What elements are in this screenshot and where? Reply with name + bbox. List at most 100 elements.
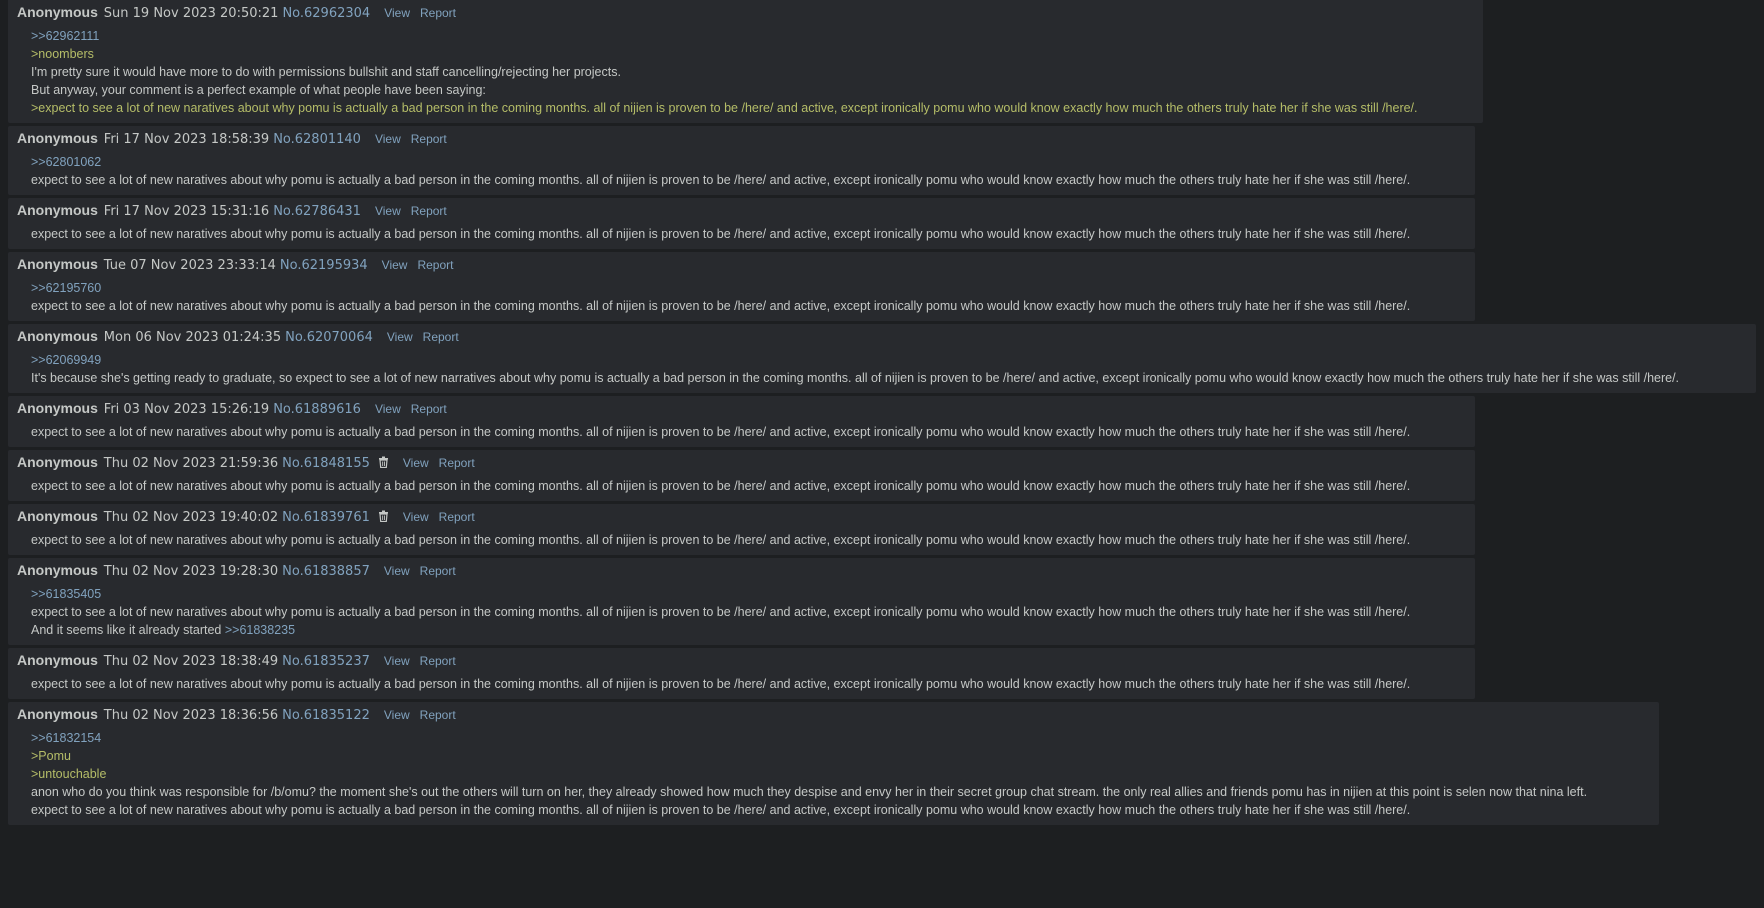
post-date: Thu 02 Nov 2023 18:38:49 — [103, 654, 279, 669]
poster-name: Anonymous — [17, 256, 98, 272]
view-link[interactable]: View — [384, 564, 410, 578]
report-link[interactable]: Report — [411, 402, 447, 416]
post-info: Anonymous Thu 02 Nov 2023 21:59:36 No.618… — [17, 453, 1467, 471]
quote-link[interactable]: >>61832154 — [31, 729, 1651, 747]
text-line: It's because she's getting ready to grad… — [31, 371, 1680, 385]
poster-name: Anonymous — [17, 454, 98, 470]
post: Anonymous Thu 02 Nov 2023 21:59:36 No.618… — [8, 450, 1475, 501]
post-number[interactable]: No.62195934 — [280, 258, 368, 273]
view-link[interactable]: View — [403, 456, 429, 470]
post-info: Anonymous Tue 07 Nov 2023 23:33:14 No.621… — [17, 255, 1467, 273]
post-date: Sun 19 Nov 2023 20:50:21 — [103, 6, 279, 21]
post-info: Anonymous Sun 19 Nov 2023 20:50:21 No.629… — [17, 3, 1475, 21]
quote-link[interactable]: >>62801062 — [31, 153, 1467, 171]
view-link[interactable]: View — [384, 708, 410, 722]
text-line: expect to see a lot of new naratives abo… — [31, 425, 1411, 439]
view-link[interactable]: View — [403, 510, 429, 524]
post-body: expect to see a lot of new naratives abo… — [17, 423, 1467, 441]
report-link[interactable]: Report — [420, 708, 456, 722]
post-info: Anonymous Thu 02 Nov 2023 19:40:02 No.618… — [17, 507, 1467, 525]
quote-link[interactable]: >>61835405 — [31, 585, 1467, 603]
text-line: But anyway, your comment is a perfect ex… — [31, 83, 486, 97]
report-link[interactable]: Report — [411, 204, 447, 218]
post-date: Thu 02 Nov 2023 18:36:56 — [103, 708, 279, 723]
poster-name: Anonymous — [17, 400, 98, 416]
post-body: expect to see a lot of new naratives abo… — [17, 675, 1467, 693]
post-body: >>61832154 >Pomu >untouchable anon who do y… — [17, 729, 1651, 819]
post-body: expect to see a lot of new naratives abo… — [17, 477, 1467, 495]
post-date: Thu 02 Nov 2023 19:40:02 — [103, 510, 279, 525]
post: Anonymous Thu 02 Nov 2023 19:28:30 No.618… — [8, 558, 1475, 645]
report-link[interactable]: Report — [420, 6, 456, 20]
greentext-line: >expect to see a lot of new naratives ab… — [31, 101, 1418, 115]
post-body: expect to see a lot of new naratives abo… — [17, 531, 1467, 549]
post-number[interactable]: No.62786431 — [273, 204, 361, 219]
post: Anonymous Thu 02 Nov 2023 19:40:02 No.618… — [8, 504, 1475, 555]
post-number[interactable]: No.61889616 — [273, 402, 361, 417]
post-body: >>61835405 expect to see a lot of new nar… — [17, 585, 1467, 639]
text-line: expect to see a lot of new naratives abo… — [31, 227, 1411, 241]
post: Anonymous Fri 17 Nov 2023 18:58:39 No.628… — [8, 126, 1475, 195]
report-link[interactable]: Report — [420, 654, 456, 668]
view-link[interactable]: View — [384, 654, 410, 668]
view-link[interactable]: View — [382, 258, 408, 272]
post-info: Anonymous Fri 03 Nov 2023 15:26:19 No.618… — [17, 399, 1467, 417]
quote-link[interactable]: >>62962111 — [31, 27, 1475, 45]
report-link[interactable]: Report — [439, 510, 475, 524]
poster-name: Anonymous — [17, 130, 98, 146]
greentext-line: >noombers — [31, 47, 94, 61]
report-link[interactable]: Report — [423, 330, 459, 344]
post-number[interactable]: No.62962304 — [282, 6, 370, 21]
post-body: >>62195760 expect to see a lot of new nar… — [17, 279, 1467, 315]
post-info: Anonymous Fri 17 Nov 2023 18:58:39 No.628… — [17, 129, 1467, 147]
view-link[interactable]: View — [375, 204, 401, 218]
post-number[interactable]: No.61835122 — [282, 708, 370, 723]
post-date: Thu 02 Nov 2023 21:59:36 — [103, 456, 279, 471]
poster-name: Anonymous — [17, 652, 98, 668]
greentext-line: >Pomu — [31, 749, 71, 763]
report-link[interactable]: Report — [439, 456, 475, 470]
post-number[interactable]: No.61839761 — [282, 510, 370, 525]
post-body: >>62069949 It's because she's getting rea… — [17, 351, 1748, 387]
view-link[interactable]: View — [375, 132, 401, 146]
post-number[interactable]: No.61835237 — [282, 654, 370, 669]
quote-link[interactable]: >>62069949 — [31, 351, 1748, 369]
view-link[interactable]: View — [387, 330, 413, 344]
post: Anonymous Tue 07 Nov 2023 23:33:14 No.621… — [8, 252, 1475, 321]
quote-link[interactable]: >>62195760 — [31, 279, 1467, 297]
post-info: Anonymous Thu 02 Nov 2023 18:36:56 No.618… — [17, 705, 1651, 723]
report-link[interactable]: Report — [420, 564, 456, 578]
quote-link[interactable]: >>61838235 — [225, 623, 295, 637]
post: Anonymous Sun 19 Nov 2023 20:50:21 No.629… — [8, 0, 1483, 123]
post-number[interactable]: No.61848155 — [282, 456, 370, 471]
text-line: I'm pretty sure it would have more to do… — [31, 65, 621, 79]
post-list: Anonymous Sun 19 Nov 2023 20:50:21 No.629… — [0, 0, 1764, 825]
poster-name: Anonymous — [17, 562, 98, 578]
post-info: Anonymous Thu 02 Nov 2023 19:28:30 No.618… — [17, 561, 1467, 579]
post-number[interactable]: No.62070064 — [285, 330, 373, 345]
poster-name: Anonymous — [17, 328, 98, 344]
post-date: Fri 03 Nov 2023 15:26:19 — [103, 402, 270, 417]
report-link[interactable]: Report — [411, 132, 447, 146]
post-date: Thu 02 Nov 2023 19:28:30 — [103, 564, 279, 579]
post-date: Mon 06 Nov 2023 01:24:35 — [103, 330, 282, 345]
view-link[interactable]: View — [384, 6, 410, 20]
post-info: Anonymous Mon 06 Nov 2023 01:24:35 No.620… — [17, 327, 1748, 345]
post-body: >>62801062 expect to see a lot of new nar… — [17, 153, 1467, 189]
post: Anonymous Fri 03 Nov 2023 15:26:19 No.618… — [8, 396, 1475, 447]
view-link[interactable]: View — [375, 402, 401, 416]
report-link[interactable]: Report — [417, 258, 453, 272]
text-line: expect to see a lot of new naratives abo… — [31, 605, 1411, 619]
post-number[interactable]: No.62801140 — [273, 132, 361, 147]
post-info: Anonymous Thu 02 Nov 2023 18:38:49 No.618… — [17, 651, 1467, 669]
text-line: expect to see a lot of new naratives abo… — [31, 173, 1411, 187]
post: Anonymous Fri 17 Nov 2023 15:31:16 No.627… — [8, 198, 1475, 249]
trash-icon — [378, 454, 389, 469]
text-fragment: And it seems like it already started — [31, 623, 225, 637]
text-line: expect to see a lot of new naratives abo… — [31, 677, 1411, 691]
post-body: expect to see a lot of new naratives abo… — [17, 225, 1467, 243]
text-line: expect to see a lot of new naratives abo… — [31, 299, 1411, 313]
post: Anonymous Thu 02 Nov 2023 18:38:49 No.618… — [8, 648, 1475, 699]
post-number[interactable]: No.61838857 — [282, 564, 370, 579]
poster-name: Anonymous — [17, 4, 98, 20]
